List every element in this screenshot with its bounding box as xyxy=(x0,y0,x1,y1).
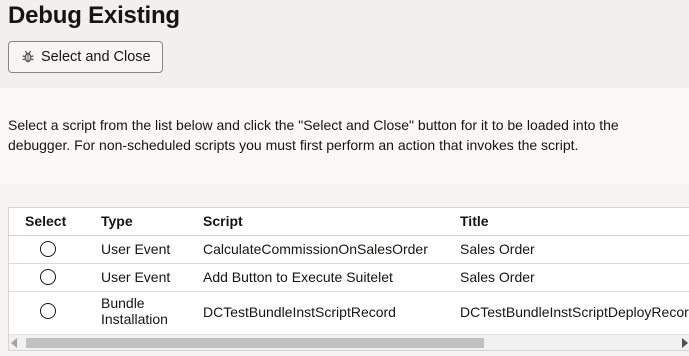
row-title: DCTestBundleInstScriptDeployRecord xyxy=(460,304,689,320)
column-header-select: Select xyxy=(25,213,67,229)
column-header-type: Type xyxy=(101,213,133,229)
table-header: Select Type Script Title xyxy=(9,208,689,236)
table-row: User Event Add Button to Execute Suitele… xyxy=(9,264,689,292)
instructions-text: Select a script from the list below and … xyxy=(8,117,619,153)
row-title: Sales Order xyxy=(460,269,535,285)
select-and-close-label: Select and Close xyxy=(41,49,151,65)
table-row: Bundle Installation DCTestBundleInstScri… xyxy=(9,292,689,334)
page-title: Debug Existing xyxy=(8,2,180,29)
row-script: DCTestBundleInstScriptRecord xyxy=(203,304,396,320)
scrollbar-thumb[interactable] xyxy=(26,338,484,348)
row-type-line-1: Bundle xyxy=(101,295,145,311)
select-and-close-button[interactable]: Select and Close xyxy=(8,41,163,73)
page-header: Debug Existing Select and Close xyxy=(0,0,689,88)
select-radio[interactable] xyxy=(40,269,56,285)
scripts-table: Select Type Script Title User Event Calc… xyxy=(8,207,689,351)
table-row: User Event CalculateCommissionOnSalesOrd… xyxy=(9,236,689,264)
scroll-left-arrow-icon[interactable] xyxy=(11,338,17,348)
select-radio[interactable] xyxy=(40,303,56,319)
column-header-script: Script xyxy=(203,213,243,229)
row-script: Add Button to Execute Suitelet xyxy=(203,269,393,285)
row-script: CalculateCommissionOnSalesOrder xyxy=(203,241,428,257)
row-type: User Event xyxy=(101,241,171,257)
row-type-line-2: Installation xyxy=(101,311,168,327)
row-title: Sales Order xyxy=(460,241,535,257)
scroll-right-arrow-icon[interactable] xyxy=(682,338,688,348)
select-radio[interactable] xyxy=(40,241,56,257)
row-type: Bundle Installation xyxy=(101,295,168,327)
column-header-title: Title xyxy=(460,213,489,229)
bug-icon xyxy=(21,50,35,64)
row-type: User Event xyxy=(101,269,171,285)
horizontal-scrollbar[interactable] xyxy=(9,334,689,350)
